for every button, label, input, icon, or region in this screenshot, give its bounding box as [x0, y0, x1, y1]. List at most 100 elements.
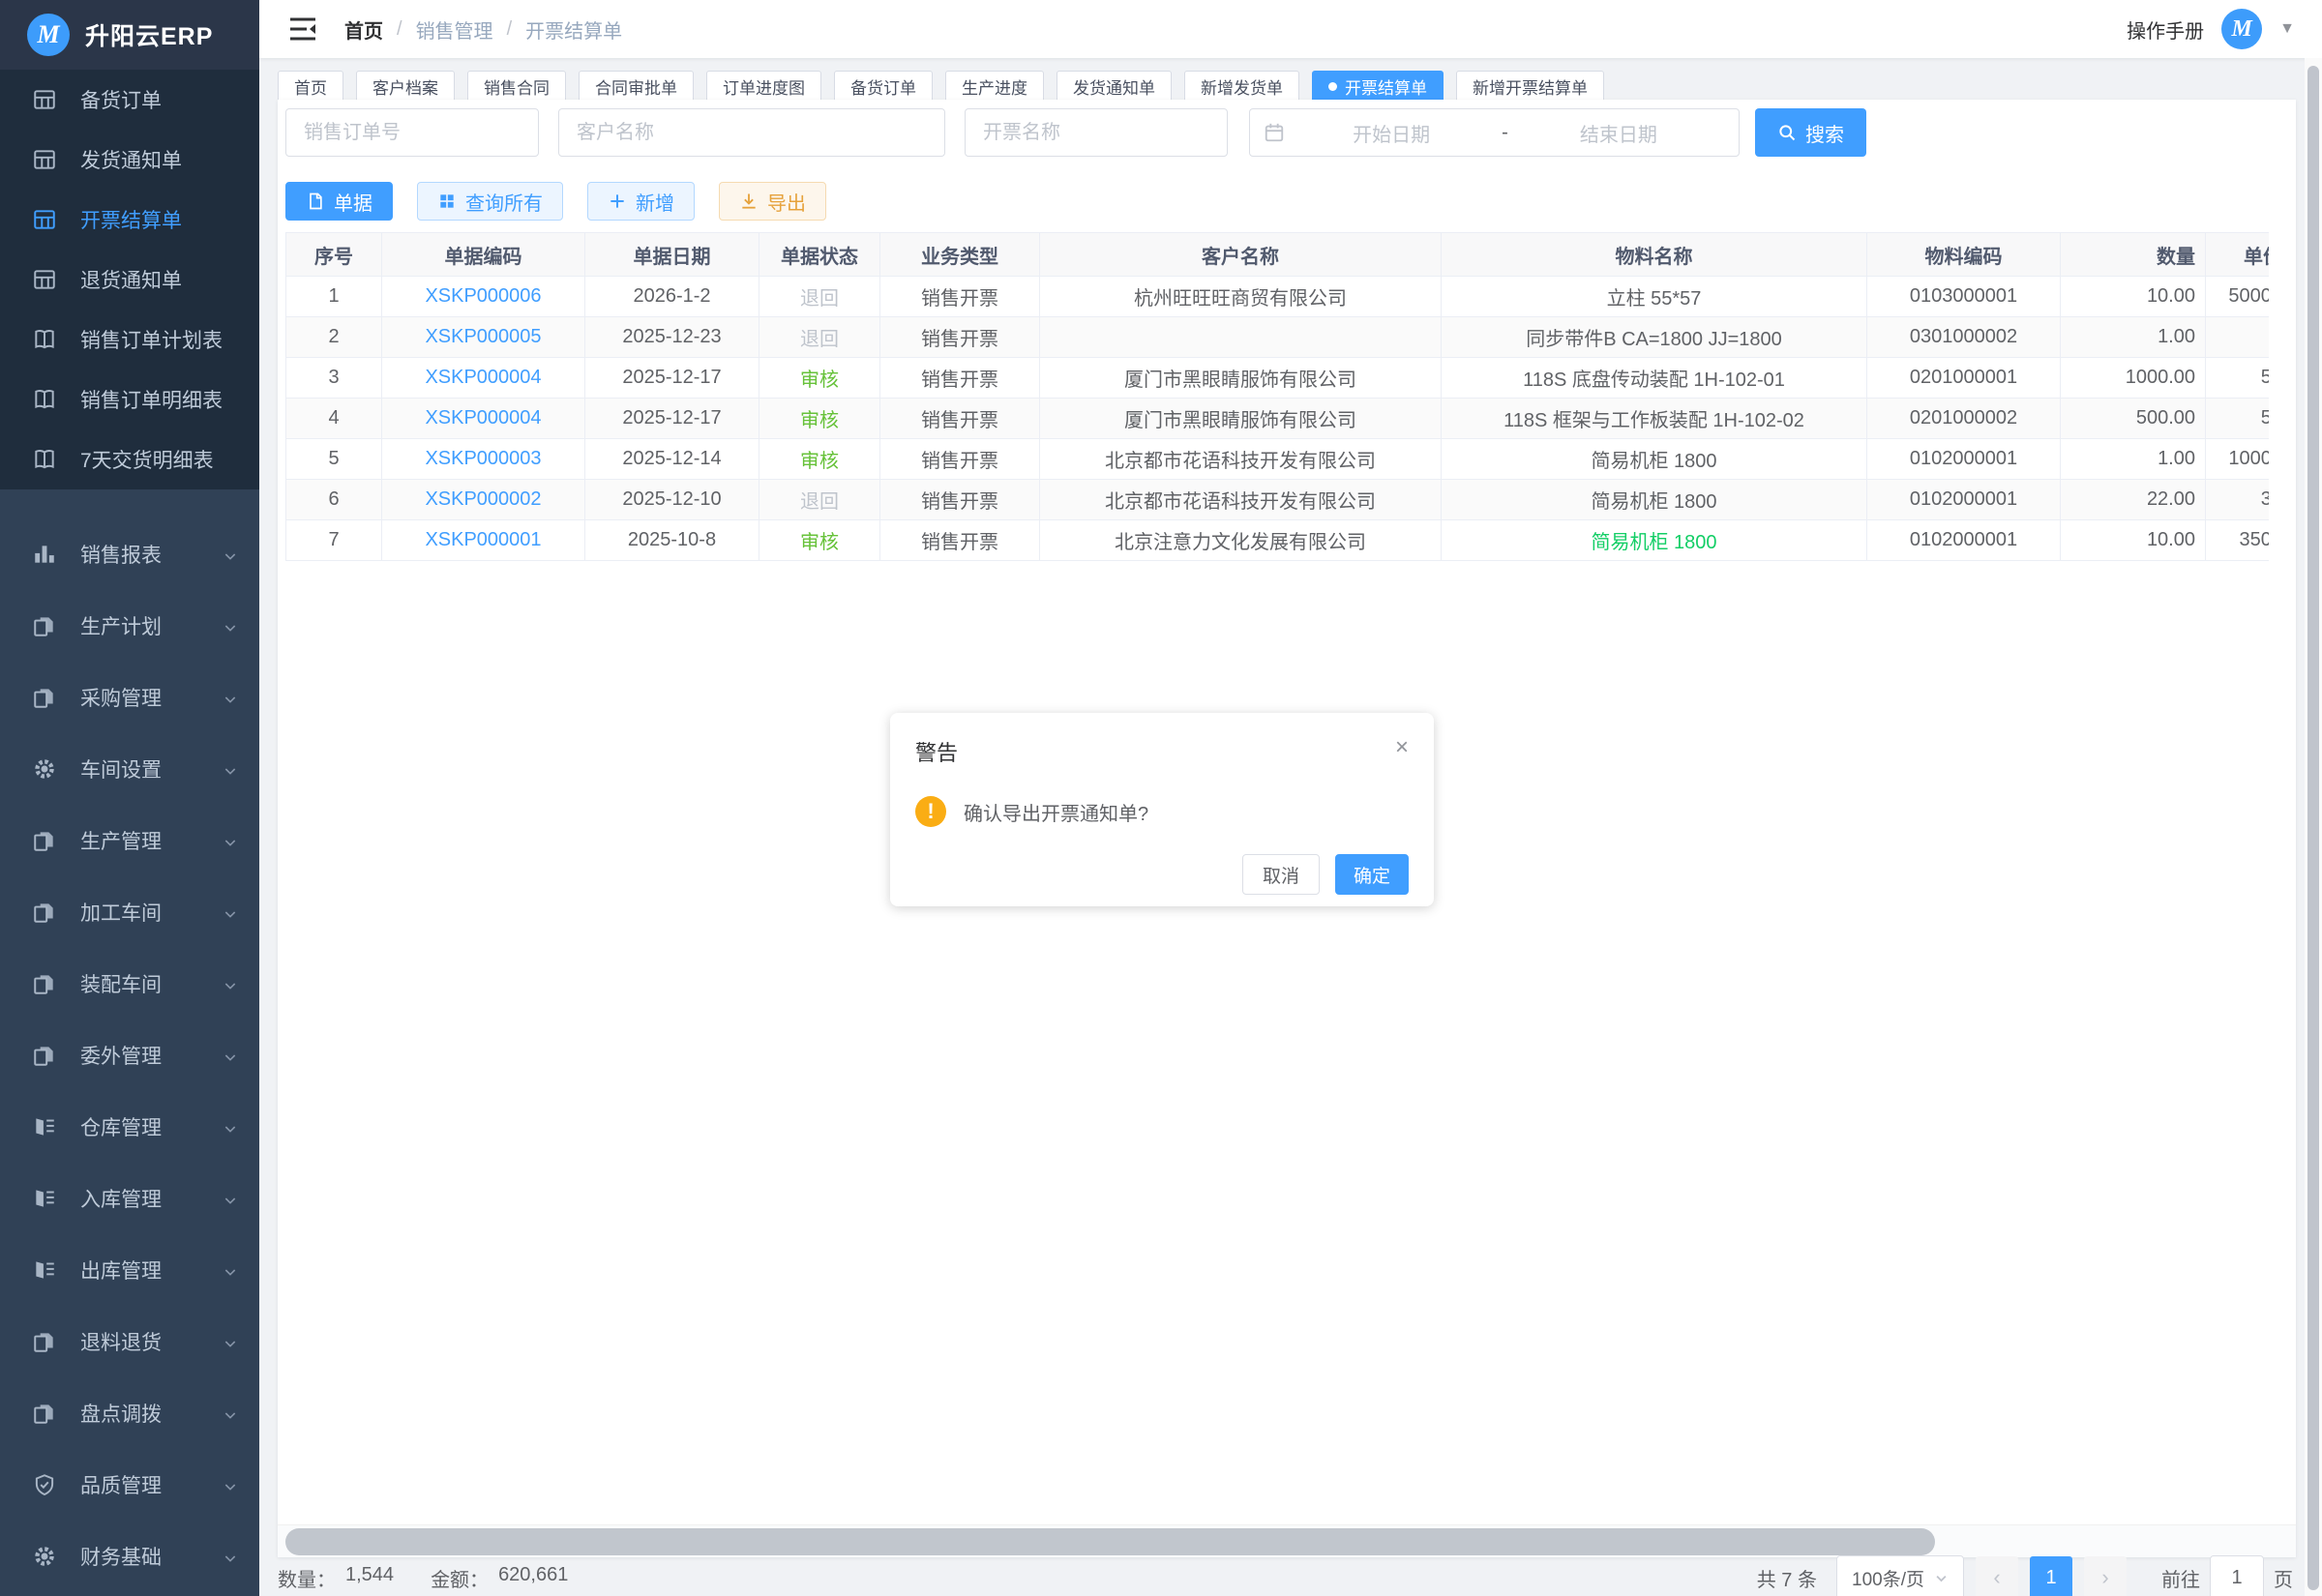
单据-button[interactable]: 单据	[285, 182, 393, 221]
sidebar-item-装配车间[interactable]: 装配车间	[0, 948, 259, 1020]
cell-code[interactable]: XSKP000001	[382, 520, 585, 561]
sidebar-item-采购管理[interactable]: 采购管理	[0, 662, 259, 733]
table-row-1[interactable]: 1XSKP0000062026-1-2退回销售开票杭州旺旺旺商贸有限公司立柱 5…	[285, 277, 2269, 317]
search-button[interactable]: 搜索	[1755, 108, 1866, 157]
table-row-5[interactable]: 5XSKP0000032025-12-14审核销售开票北京都市花语科技开发有限公…	[285, 439, 2269, 480]
docs-icon	[32, 1043, 57, 1068]
sales-order-input[interactable]	[285, 108, 539, 157]
book-icon	[32, 327, 57, 352]
cell-seq: 6	[285, 480, 382, 520]
shield-icon	[32, 1472, 57, 1497]
sidebar-item-生产计划[interactable]: 生产计划	[0, 590, 259, 662]
customer-name-input[interactable]	[558, 108, 945, 157]
warehouse-icon	[32, 1257, 57, 1283]
sidebar-item-label: 仓库管理	[80, 1112, 162, 1141]
confirm-button[interactable]: 确定	[1335, 854, 1409, 895]
docs-icon	[32, 685, 57, 710]
sidebar-item-label: 生产管理	[80, 826, 162, 855]
search-icon	[1777, 123, 1797, 142]
table-row-3[interactable]: 3XSKP0000042025-12-17审核销售开票厦门市黑眼睛服饰有限公司1…	[285, 358, 2269, 399]
table-row-4[interactable]: 4XSKP0000042025-12-17审核销售开票厦门市黑眼睛服饰有限公司1…	[285, 399, 2269, 439]
chevron-down-icon	[223, 1477, 238, 1493]
cell-code[interactable]: XSKP000005	[382, 317, 585, 358]
cell-date: 2025-12-23	[585, 317, 759, 358]
sidebar-collapse-icon[interactable]	[288, 16, 317, 42]
sidebar-item-发货通知单[interactable]: 发货通知单	[0, 130, 259, 190]
chevron-down-icon	[223, 690, 238, 705]
prev-page-button[interactable]: ‹	[1976, 1556, 2018, 1596]
cell-biz_type: 销售开票	[880, 480, 1040, 520]
cell-code[interactable]: XSKP000002	[382, 480, 585, 520]
column-header-date: 单据日期	[585, 232, 759, 277]
导出-button[interactable]: 导出	[719, 182, 826, 221]
toolbar: 单据查询所有新增导出	[285, 182, 826, 221]
cell-qty: 10.00	[2061, 277, 2206, 317]
warning-dialog: 警告 × ! 确认导出开票通知单? 取消 确定	[890, 713, 1434, 906]
sidebar-item-开票结算单[interactable]: 开票结算单	[0, 190, 259, 250]
manual-link[interactable]: 操作手册	[2127, 15, 2204, 44]
sidebar-item-财务基础[interactable]: 财务基础	[0, 1521, 259, 1592]
breadcrumb-sales-mgmt[interactable]: 销售管理	[416, 15, 493, 44]
新增-button[interactable]: 新增	[587, 182, 695, 221]
calendar-icon	[1264, 122, 1285, 143]
goto-page-input[interactable]	[2210, 1555, 2264, 1596]
table-row-6[interactable]: 6XSKP0000022025-12-10退回销售开票北京都市花语科技开发有限公…	[285, 480, 2269, 520]
查询所有-button[interactable]: 查询所有	[417, 182, 563, 221]
book-icon	[32, 447, 57, 472]
cell-qty: 10.00	[2061, 520, 2206, 561]
cell-code[interactable]: XSKP000004	[382, 399, 585, 439]
pagination: 共 7 条 100条/页 ‹ 1 › 前往 页	[1757, 1555, 2293, 1596]
caret-down-icon[interactable]: ▼	[2279, 20, 2295, 38]
sidebar-item-退料退货[interactable]: 退料退货	[0, 1306, 259, 1377]
chevron-down-icon	[223, 1119, 238, 1135]
sidebar-item-生产管理[interactable]: 生产管理	[0, 805, 259, 876]
date-range-input[interactable]: 开始日期 - 结束日期	[1249, 108, 1740, 157]
cell-customer: 北京都市花语科技开发有限公司	[1040, 480, 1442, 520]
sidebar-item-label: 备货订单	[80, 85, 162, 114]
sidebar-item-退货通知单[interactable]: 退货通知单	[0, 250, 259, 310]
sidebar-item-7天交货明细表[interactable]: 7天交货明细表	[0, 429, 259, 489]
plus-icon	[608, 192, 627, 211]
sidebar-item-出库管理[interactable]: 出库管理	[0, 1234, 259, 1306]
invoice-name-input[interactable]	[965, 108, 1228, 157]
vertical-scrollbar-thumb[interactable]	[2307, 66, 2319, 1590]
docs-icon	[32, 971, 57, 996]
cell-material_code: 0301000002	[1867, 317, 2061, 358]
next-page-button[interactable]: ›	[2084, 1556, 2127, 1596]
cell-status: 退回	[759, 480, 880, 520]
warehouse-icon	[32, 1114, 57, 1139]
cell-code[interactable]: XSKP000006	[382, 277, 585, 317]
cell-code[interactable]: XSKP000004	[382, 358, 585, 399]
sidebar-item-盘点调拨[interactable]: 盘点调拨	[0, 1377, 259, 1449]
sidebar-item-车间设置[interactable]: 车间设置	[0, 733, 259, 805]
sidebar-item-label: 采购管理	[80, 683, 162, 712]
page-number-1[interactable]: 1	[2030, 1556, 2072, 1596]
table-row-7[interactable]: 7XSKP0000012025-10-8审核销售开票北京注意力文化发展有限公司简…	[285, 520, 2269, 561]
download-icon	[739, 192, 759, 211]
sidebar-item-入库管理[interactable]: 入库管理	[0, 1163, 259, 1234]
cell-date: 2025-12-17	[585, 399, 759, 439]
sidebar-item-加工车间[interactable]: 加工车间	[0, 876, 259, 948]
sidebar-item-备货订单[interactable]: 备货订单	[0, 70, 259, 130]
horizontal-scrollbar-thumb[interactable]	[285, 1528, 1935, 1555]
cancel-button[interactable]: 取消	[1242, 854, 1320, 895]
sidebar-item-label: 财务基础	[80, 1542, 162, 1571]
page-size-select[interactable]: 100条/页	[1836, 1555, 1964, 1596]
breadcrumb-home[interactable]: 首页	[344, 15, 383, 44]
table-row-2[interactable]: 2XSKP0000052025-12-23退回销售开票同步带件B CA=1800…	[285, 317, 2269, 358]
avatar[interactable]: M	[2221, 9, 2262, 49]
cell-material: 简易机柜 1800	[1442, 520, 1867, 561]
sidebar-item-销售订单计划表[interactable]: 销售订单计划表	[0, 310, 259, 369]
sidebar-item-品质管理[interactable]: 品质管理	[0, 1449, 259, 1521]
chevron-down-icon	[1934, 1571, 1949, 1585]
sidebar-item-仓库管理[interactable]: 仓库管理	[0, 1091, 259, 1163]
sidebar-item-委外管理[interactable]: 委外管理	[0, 1020, 259, 1091]
close-icon[interactable]: ×	[1395, 736, 1409, 759]
footer-bar: 数量：1,544 金额：620,661 共 7 条 100条/页 ‹ 1 › 前…	[278, 1559, 2293, 1596]
cell-material_code: 0102000001	[1867, 480, 2061, 520]
chevron-down-icon	[223, 1191, 238, 1206]
sidebar-item-销售报表[interactable]: 销售报表	[0, 518, 259, 590]
cell-price: 50	[2206, 399, 2269, 439]
sidebar-item-销售订单明细表[interactable]: 销售订单明细表	[0, 369, 259, 429]
cell-code[interactable]: XSKP000003	[382, 439, 585, 480]
